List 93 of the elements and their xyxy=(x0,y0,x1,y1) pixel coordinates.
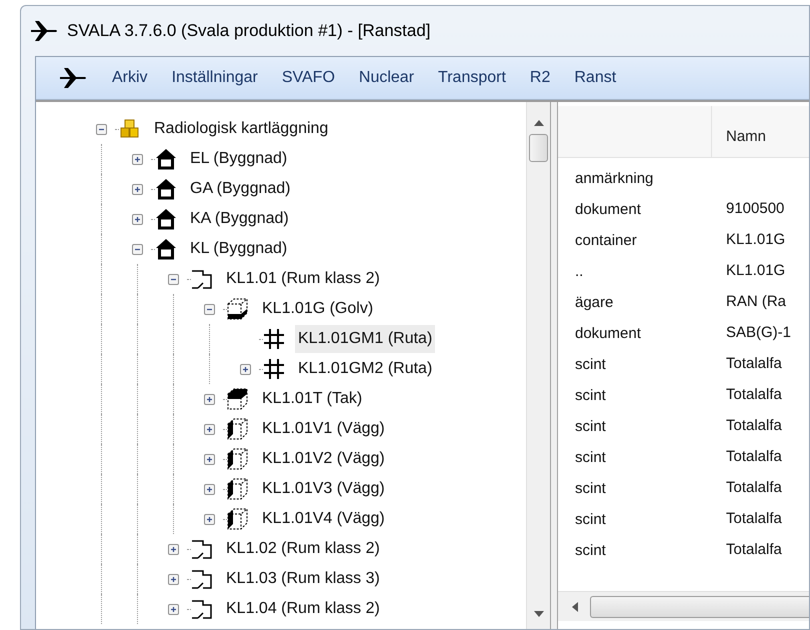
expand-icon[interactable] xyxy=(168,544,179,554)
tree-item[interactable]: KA (Byggnad) xyxy=(187,205,292,233)
tree-item[interactable]: KL1.04 (Rum klass 2) xyxy=(223,595,383,623)
expand-icon[interactable] xyxy=(132,214,143,224)
vertical-scrollbar[interactable] xyxy=(526,102,550,629)
table-cell-text: Totalalfa xyxy=(725,509,782,530)
room-icon xyxy=(191,538,213,560)
collapse-icon[interactable] xyxy=(132,244,143,254)
wall-cube-icon xyxy=(227,448,249,470)
expand-icon[interactable] xyxy=(204,484,215,494)
table-cell: scint xyxy=(575,418,606,434)
expand-icon[interactable] xyxy=(204,514,215,524)
house-icon xyxy=(155,178,177,200)
scroll-up-icon[interactable] xyxy=(534,120,544,126)
tree-item[interactable]: KL1.01V2 (Vägg) xyxy=(259,445,388,473)
menu-item[interactable]: Transport xyxy=(438,66,506,90)
house-icon xyxy=(155,148,177,170)
table-cell-text: KL1.01G xyxy=(725,230,786,250)
ceiling-cube-icon xyxy=(227,388,249,410)
collapse-icon[interactable] xyxy=(168,274,179,284)
tree-item[interactable]: KL1.01V3 (Vägg) xyxy=(259,475,388,503)
tree-item[interactable]: GA (Byggnad) xyxy=(187,175,294,203)
table-cell: scint xyxy=(575,356,606,372)
boxes-icon xyxy=(119,118,141,140)
table-cell: scint xyxy=(575,542,606,558)
scroll-down-icon[interactable] xyxy=(534,611,544,617)
collapse-icon[interactable] xyxy=(204,304,215,314)
table-cell-text: Totalalfa xyxy=(725,354,782,374)
tree-item[interactable]: KL1.01V4 (Vägg) xyxy=(259,505,388,533)
window-title: SVALA 3.7.6.0 (Svala produktion #1) - [Ranstad] xyxy=(67,20,431,42)
menu-item[interactable]: Nuclear xyxy=(358,66,414,90)
table-cell: scint xyxy=(575,448,606,466)
table-cell-text: Totalalfa xyxy=(725,385,782,406)
menu-item[interactable]: Inställningar xyxy=(172,66,258,90)
tree-item[interactable]: KL1.01V1 (Vägg) xyxy=(259,415,388,443)
menu-item[interactable]: SVAFO xyxy=(282,66,335,90)
plane-icon xyxy=(58,67,88,89)
table-cell-text: Totalalfa xyxy=(725,478,782,498)
room-icon xyxy=(191,268,213,290)
table-cell: container xyxy=(575,232,637,248)
column-header[interactable]: Namn xyxy=(712,106,766,148)
expand-icon[interactable] xyxy=(132,184,143,194)
table-cell: dokument xyxy=(575,324,641,342)
tree-item[interactable]: KL1.01GM2 (Ruta) xyxy=(295,355,436,383)
expand-icon[interactable] xyxy=(204,424,215,434)
grid-icon xyxy=(263,328,285,350)
tree-item[interactable]: KL1.01G (Golv) xyxy=(259,295,376,323)
wall-cube-icon xyxy=(227,418,249,440)
menu-item[interactable]: Ranst xyxy=(574,66,616,90)
scroll-thumb[interactable] xyxy=(529,134,548,162)
table-cell: scint xyxy=(575,480,606,496)
table-cell-text: RAN (Ra xyxy=(725,292,786,312)
tree-item[interactable]: EL (Byggnad) xyxy=(187,145,290,173)
table-cell-text: Totalalfa xyxy=(725,540,782,560)
table-cell: anmärkning xyxy=(575,170,654,186)
scroll-left-icon[interactable] xyxy=(572,602,578,612)
expand-icon[interactable] xyxy=(204,394,215,404)
table-cell: scint xyxy=(575,386,606,404)
grid-icon xyxy=(263,358,285,380)
table-cell-text: Totalalfa xyxy=(725,447,782,468)
menu-item[interactable]: R2 xyxy=(530,66,550,90)
table-cell-text: KL1.01G xyxy=(725,261,786,282)
app-icon xyxy=(29,20,59,42)
tree-item[interactable]: KL1.01GM1 (Ruta) xyxy=(295,325,436,353)
scroll-thumb[interactable] xyxy=(590,596,809,618)
house-icon xyxy=(155,238,177,260)
tree-item[interactable]: KL1.01T (Tak) xyxy=(259,385,366,413)
house-icon xyxy=(155,208,177,230)
wall-cube-icon xyxy=(227,478,249,500)
expand-icon[interactable] xyxy=(240,364,251,374)
tree-item[interactable]: KL1.03 (Rum klass 3) xyxy=(223,565,383,593)
floor-cube-icon xyxy=(227,298,249,320)
menu-item[interactable]: Arkiv xyxy=(112,66,148,90)
expand-icon[interactable] xyxy=(204,454,215,464)
horizontal-scrollbar[interactable] xyxy=(558,591,809,621)
expand-icon[interactable] xyxy=(132,154,143,164)
table-cell: ägare xyxy=(575,294,614,310)
wall-cube-icon xyxy=(227,508,249,530)
table-cell-text: Totalalfa xyxy=(725,416,782,436)
room-icon xyxy=(191,568,213,590)
tree-item[interactable]: KL (Byggnad) xyxy=(187,235,290,263)
expand-icon[interactable] xyxy=(168,604,179,614)
tree-item[interactable]: KL1.01 (Rum klass 2) xyxy=(223,265,383,293)
table-cell-text: SAB(G)-1 xyxy=(725,323,792,344)
expand-icon[interactable] xyxy=(168,574,179,584)
collapse-icon[interactable] xyxy=(96,124,107,134)
table-cell-text: 9100500 xyxy=(725,199,784,220)
tree-item[interactable]: KL1.02 (Rum klass 2) xyxy=(223,535,383,563)
tree-item[interactable]: Radiologisk kartläggning xyxy=(151,115,332,143)
table-cell: .. xyxy=(575,262,584,280)
table-cell: scint xyxy=(575,510,606,528)
room-icon xyxy=(191,598,213,620)
table-cell: dokument xyxy=(575,200,641,218)
